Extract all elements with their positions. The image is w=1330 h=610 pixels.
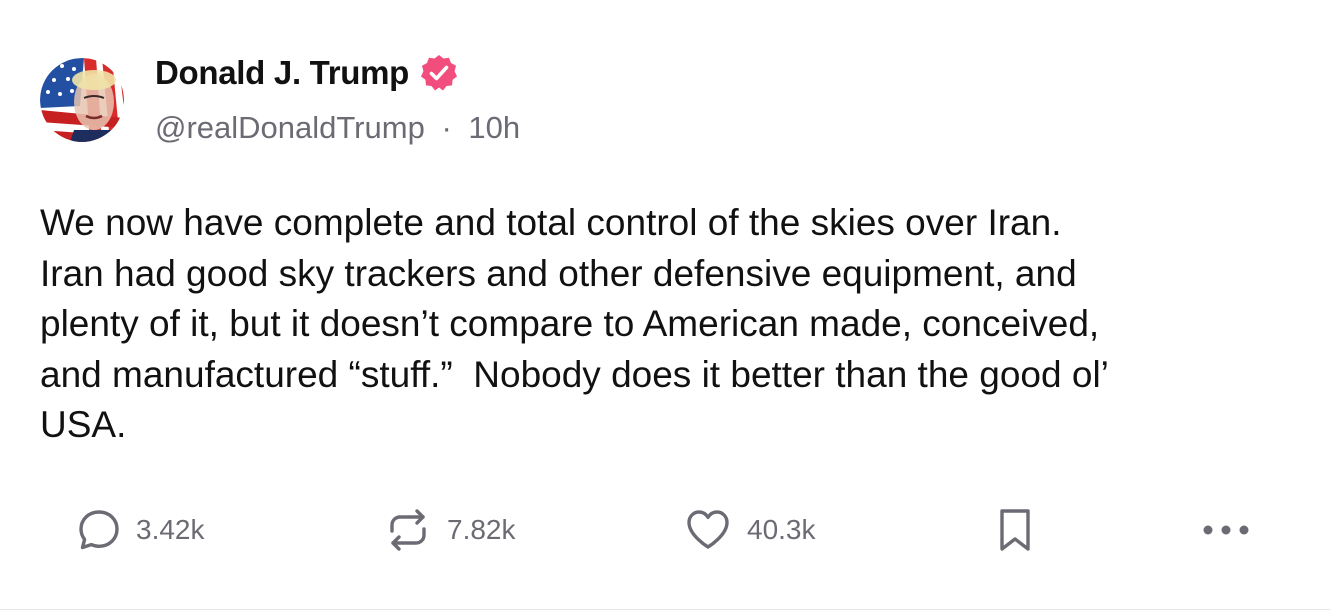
post-body-line: plenty of it, but it doesn’t compare to … bbox=[40, 303, 1100, 344]
reply-bubble-icon bbox=[76, 507, 122, 553]
post-body-line: We now have complete and total control o… bbox=[40, 202, 1062, 243]
author-meta: @realDonaldTrump · 10h bbox=[155, 110, 520, 146]
bookmark-icon bbox=[996, 505, 1034, 555]
post-body-line: Iran had good sky trackers and other def… bbox=[40, 252, 1077, 294]
more-dots-icon bbox=[1198, 520, 1254, 540]
repost-button[interactable]: 7.82k bbox=[383, 500, 516, 560]
reply-count: 3.42k bbox=[136, 514, 205, 545]
avatar-image bbox=[40, 58, 124, 142]
repost-icon bbox=[383, 505, 433, 555]
verified-badge-icon bbox=[419, 53, 459, 93]
post-body-line: and manufactured “stuff.” Nobody does it… bbox=[40, 353, 1109, 395]
avatar[interactable] bbox=[40, 58, 124, 142]
bookmark-button[interactable] bbox=[996, 500, 1034, 560]
post-timestamp[interactable]: 10h bbox=[468, 110, 520, 145]
post-body-line: USA. bbox=[40, 404, 127, 445]
author-display-name[interactable]: Donald J. Trump bbox=[155, 54, 409, 92]
meta-separator: · bbox=[441, 110, 452, 145]
post-body: We now have complete and total control o… bbox=[40, 198, 1300, 451]
author-handle[interactable]: @realDonaldTrump bbox=[155, 110, 425, 145]
action-bar: 3.42k 7.82k 40.3k bbox=[0, 500, 1330, 560]
heart-icon bbox=[683, 505, 733, 555]
repost-count: 7.82k bbox=[447, 514, 516, 545]
reply-button[interactable]: 3.42k bbox=[76, 500, 205, 560]
like-button[interactable]: 40.3k bbox=[683, 500, 816, 560]
author-name-row: Donald J. Trump bbox=[155, 52, 459, 94]
more-options-button[interactable] bbox=[1198, 500, 1254, 560]
post-card: Donald J. Trump @realDonaldTrump · 10h W… bbox=[0, 0, 1330, 610]
like-count: 40.3k bbox=[747, 514, 816, 545]
